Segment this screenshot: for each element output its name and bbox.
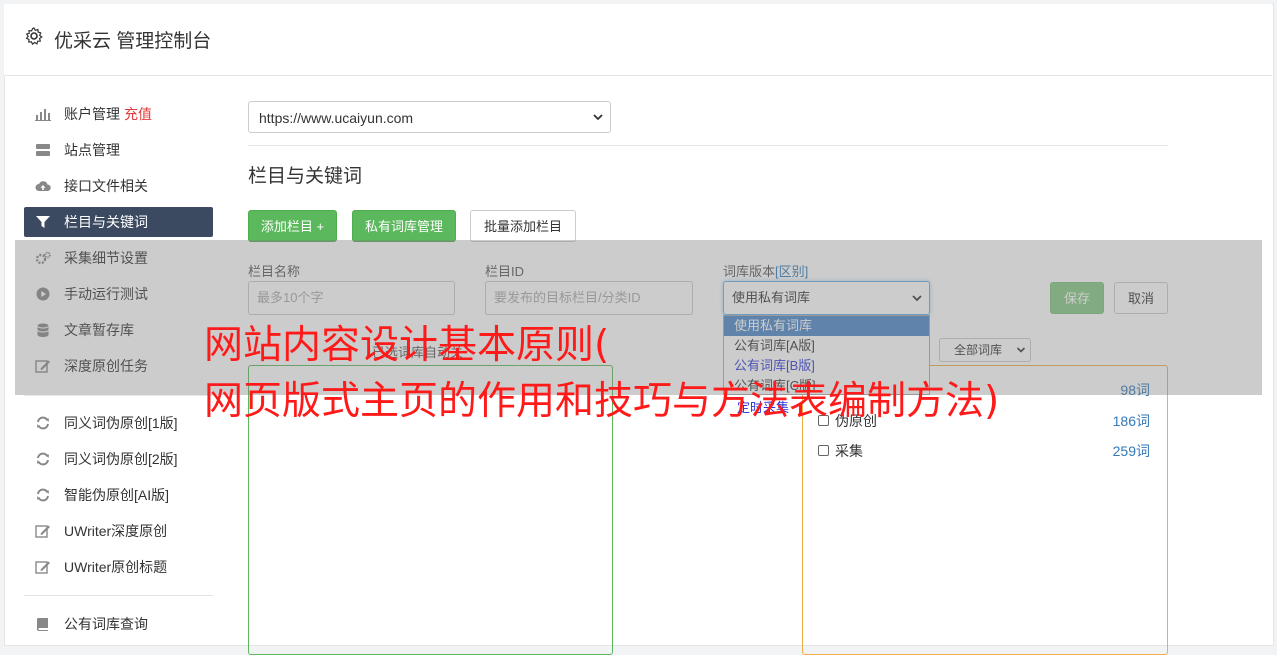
keyword-name: 采集 bbox=[835, 443, 863, 459]
sidebar-item-synonym-v2[interactable]: 同义词伪原创[2版] bbox=[24, 444, 213, 474]
recharge-link[interactable]: 充值 bbox=[124, 106, 152, 122]
refresh-icon bbox=[37, 416, 49, 430]
overlay-caption: 网站内容设计基本原则( 网页版式主页的作用和技巧与方法表编制方法) bbox=[204, 318, 999, 430]
sidebar-item-label: 账户管理 bbox=[64, 106, 120, 122]
sidebar-item-label: 同义词伪原创[1版] bbox=[64, 415, 178, 431]
site-select[interactable]: https://www.ucaiyun.com bbox=[248, 101, 611, 133]
section-title: 栏目与关键词 bbox=[248, 166, 363, 187]
sidebar-item-label: 站点管理 bbox=[64, 142, 120, 158]
checkbox[interactable] bbox=[818, 445, 829, 456]
overlay-line-2: 网页版式主页的作用和技巧与方法表编制方法) bbox=[204, 379, 1000, 424]
sidebar-item-synonym-v1[interactable]: 同义词伪原创[1版] bbox=[24, 408, 213, 438]
sidebar-item-label: UWriter原创标题 bbox=[64, 559, 168, 575]
sidebar-item-label: 栏目与关键词 bbox=[64, 214, 148, 230]
private-lib-button[interactable]: 私有词库管理 bbox=[352, 210, 456, 242]
add-column-button[interactable]: 添加栏目 + bbox=[248, 210, 337, 242]
divider bbox=[248, 145, 1168, 146]
sidebar-item-uwriter-deep[interactable]: UWriter深度原创 bbox=[24, 516, 213, 546]
edit-icon bbox=[35, 561, 50, 574]
sidebar-item-label: 接口文件相关 bbox=[64, 178, 148, 194]
chevron-down-icon bbox=[593, 114, 603, 121]
cloud-upload-icon bbox=[35, 181, 51, 191]
bar-chart-icon bbox=[35, 109, 51, 121]
refresh-icon bbox=[37, 452, 49, 466]
sidebar-item-columns-keywords[interactable]: 栏目与关键词 bbox=[24, 207, 213, 237]
sidebar-item-uwriter-title[interactable]: UWriter原创标题 bbox=[24, 552, 213, 582]
sidebar-item-account[interactable]: 账户管理 充值 bbox=[24, 99, 213, 129]
list-item[interactable]: 采集 259词 bbox=[818, 441, 1150, 461]
sidebar-item-label: 同义词伪原创[2版] bbox=[64, 451, 178, 467]
server-icon bbox=[36, 144, 50, 156]
sidebar-item-label: 公有词库查询 bbox=[64, 616, 148, 632]
keyword-count: 186词 bbox=[1112, 413, 1150, 429]
gear-icon bbox=[25, 27, 43, 46]
keyword-count: 259词 bbox=[1112, 443, 1150, 459]
overlay-line-1: 网站内容设计基本原则( bbox=[204, 323, 610, 368]
filter-icon bbox=[36, 216, 50, 228]
sidebar-item-label: UWriter深度原创 bbox=[64, 523, 168, 539]
sidebar-divider bbox=[24, 395, 213, 396]
page-header: 优采云 管理控制台 bbox=[4, 4, 1272, 76]
page-title: 优采云 管理控制台 bbox=[54, 31, 212, 52]
sidebar-item-label: 智能伪原创[AI版] bbox=[64, 487, 170, 503]
sidebar-item-public-lib-query[interactable]: 公有词库查询 bbox=[24, 609, 213, 639]
sidebar-item-sites[interactable]: 站点管理 bbox=[24, 135, 213, 165]
refresh-icon bbox=[37, 488, 49, 502]
book-icon bbox=[36, 618, 48, 631]
batch-add-button[interactable]: 批量添加栏目 bbox=[470, 210, 576, 242]
sidebar-item-interface-files[interactable]: 接口文件相关 bbox=[24, 171, 213, 201]
sidebar-divider bbox=[24, 595, 213, 596]
edit-icon bbox=[35, 525, 50, 538]
site-select-value: https://www.ucaiyun.com bbox=[259, 110, 414, 126]
sidebar-item-ai-rewrite[interactable]: 智能伪原创[AI版] bbox=[24, 480, 213, 510]
